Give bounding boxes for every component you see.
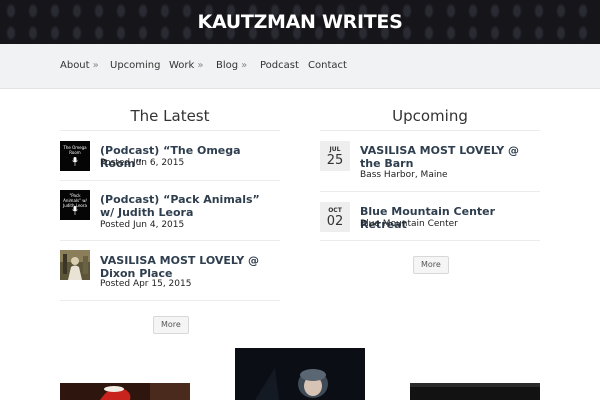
chevron-right-icon: » [197, 60, 204, 71]
nav-item-label: Upcoming [110, 60, 161, 71]
microphone-icon [72, 206, 78, 215]
photo-image [60, 383, 190, 400]
divider [320, 240, 540, 241]
upcoming-heading: Upcoming [392, 107, 468, 125]
site-header: KAUTZMAN WRITES [0, 0, 600, 44]
event-location: Blue Mountain Center [360, 219, 458, 229]
event-date-badge: OCT 02 [320, 202, 350, 232]
divider [60, 180, 280, 181]
divider [320, 191, 540, 192]
nav-item-label: Blog [216, 60, 239, 71]
nav-item-label: Contact [308, 60, 347, 71]
divider [60, 300, 280, 301]
event-month: JUL [329, 146, 341, 153]
photo-thumbnail-icon [60, 250, 90, 280]
nav-item-upcoming[interactable]: Upcoming [110, 60, 161, 71]
event-date-badge: JUL 25 [320, 141, 350, 171]
post-title-link[interactable]: (Podcast) “Pack Animals” w/ Judith Leora [100, 193, 270, 219]
latest-more-button[interactable]: More [153, 316, 189, 334]
site-title[interactable]: KAUTZMAN WRITES [0, 11, 600, 33]
event-day: 25 [326, 153, 344, 168]
event-location: Bass Harbor, Maine [360, 170, 448, 180]
nav-item-label: Podcast [260, 60, 299, 71]
microphone-icon [72, 157, 78, 166]
event-title-link[interactable]: VASILISA MOST LOVELY @ the Barn [360, 144, 540, 170]
post-thumbnail[interactable]: The Omega Room [60, 141, 90, 171]
post-thumbnail-photo[interactable] [60, 250, 90, 280]
main-navigation: About» Upcoming Work» Blog» Podcast Cont… [0, 44, 600, 89]
nav-item-blog[interactable]: Blog» [216, 60, 247, 71]
nav-item-about[interactable]: About» [60, 60, 99, 71]
nav-item-label: Work [169, 60, 195, 71]
divider [320, 130, 540, 131]
post-thumbnail[interactable]: "Pack Animals" w/ Judith Leora [60, 190, 90, 220]
nav-item-podcast[interactable]: Podcast [260, 60, 299, 71]
featured-image[interactable] [235, 348, 365, 400]
chevron-right-icon: » [92, 60, 99, 71]
latest-heading: The Latest [130, 107, 210, 125]
chevron-right-icon: » [241, 60, 248, 71]
photo-image [410, 383, 540, 400]
post-date: Posted Jun 4, 2015 [100, 220, 185, 230]
nav-item-contact[interactable]: Contact [308, 60, 347, 71]
photo-image [235, 348, 365, 400]
divider [60, 240, 280, 241]
post-date: Posted Jun 6, 2015 [100, 158, 185, 168]
divider [60, 130, 280, 131]
event-day: 02 [326, 214, 344, 229]
post-date: Posted Apr 15, 2015 [100, 279, 192, 289]
thumbnail-caption: The Omega Room [63, 145, 87, 155]
featured-image[interactable] [410, 383, 540, 400]
upcoming-more-button[interactable]: More [413, 256, 449, 274]
nav-item-work[interactable]: Work» [169, 60, 203, 71]
event-month: OCT [328, 207, 342, 214]
post-title-link[interactable]: VASILISA MOST LOVELY @ Dixon Place [100, 254, 280, 280]
nav-item-label: About [60, 60, 90, 71]
featured-image[interactable] [60, 383, 190, 400]
